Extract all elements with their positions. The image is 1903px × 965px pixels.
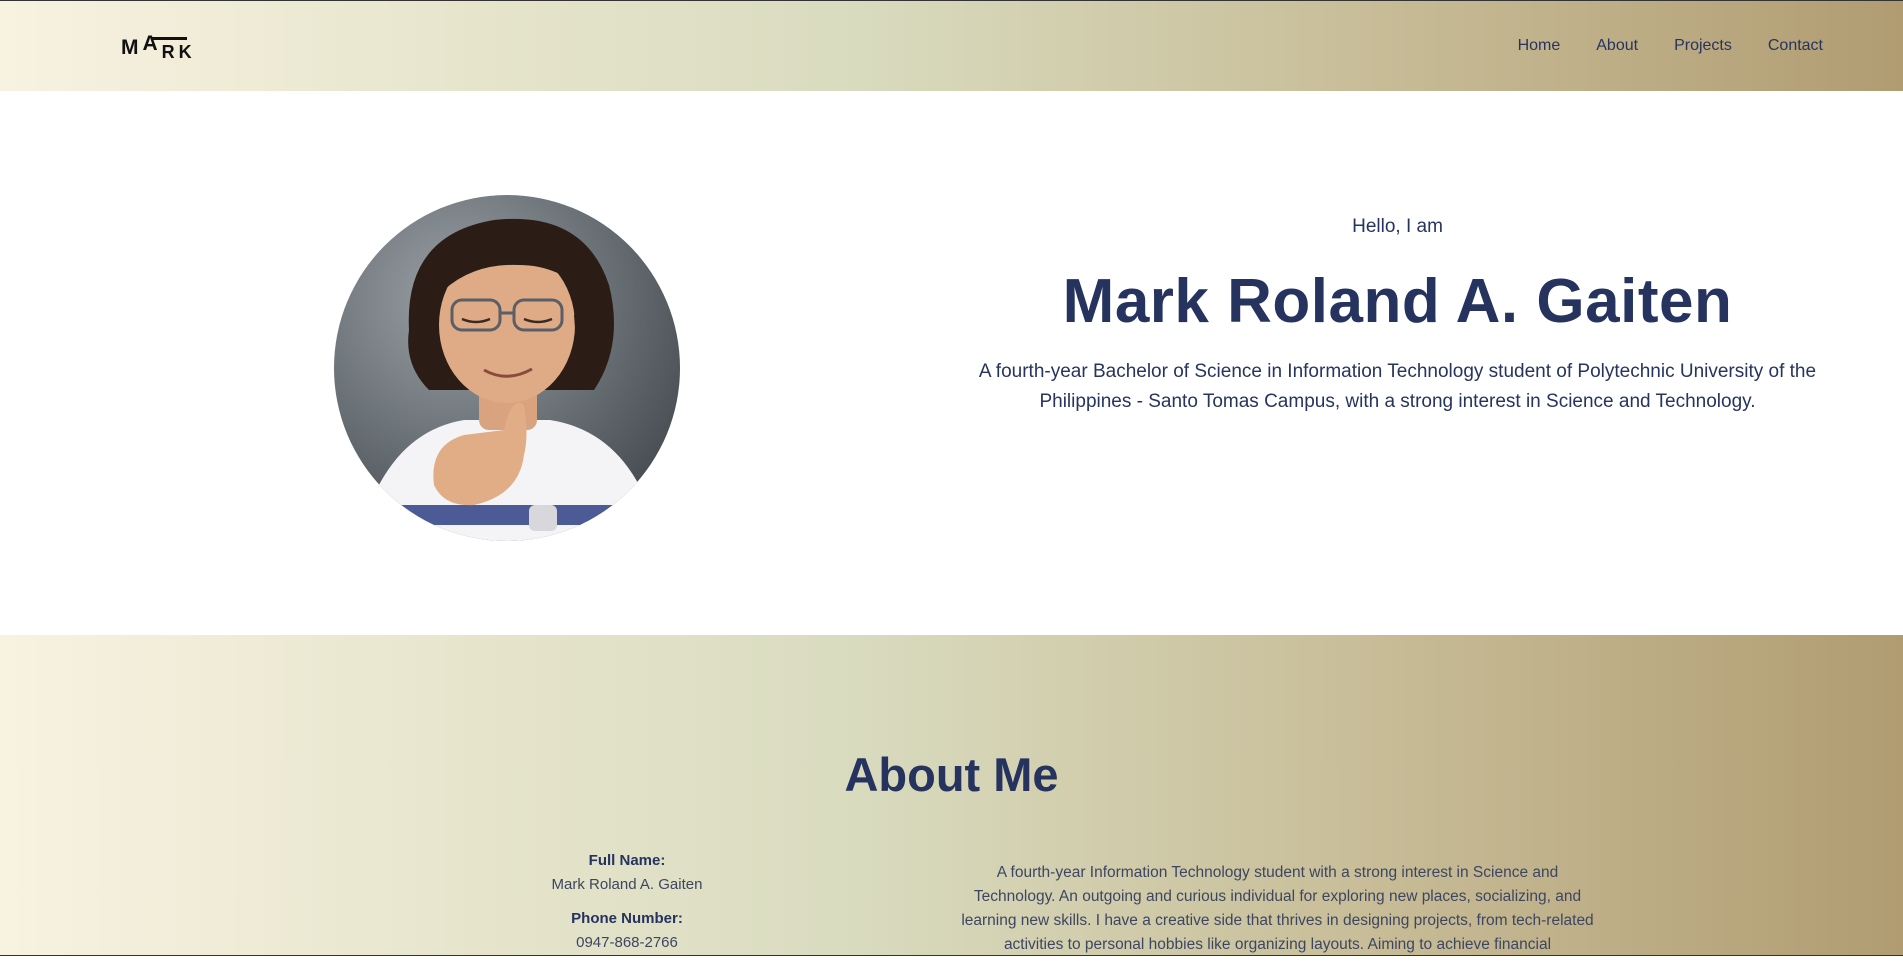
main-nav: Home About Projects Contact [1518,37,1823,55]
nav-link-projects[interactable]: Projects [1674,37,1732,55]
detail-label: Phone Number: [571,910,683,927]
logo-letter: R [161,42,176,62]
nav-link-contact[interactable]: Contact [1768,37,1823,55]
contact-details: Full Name: Mark Roland A. Gaiten Phone N… [500,849,754,965]
profile-photo [334,195,680,541]
about-title: About Me [844,748,1059,801]
logo-letter: K [178,42,193,62]
hero-intro: A fourth-year Bachelor of Science in Inf… [978,361,1817,412]
logo-letter: M [121,36,140,59]
greeting-text: Hello, I am [1352,216,1443,237]
detail-value: 0947-868-2766 [576,934,678,951]
hero-text: Hello, I am Mark Roland A. Gaiten A four… [960,216,1835,417]
nav-link-home[interactable]: Home [1518,37,1561,55]
detail-value: Mark Roland A. Gaiten [551,876,703,893]
nav-link-about[interactable]: About [1596,37,1638,55]
detail-label: Full Name: [588,852,666,869]
about-bio: A fourth-year Information Technology stu… [961,864,1594,953]
site-logo[interactable]: M A R K [121,33,192,62]
about-section: About Me Full Name: Mark Roland A. Gaite… [0,635,1903,955]
site-header: M A R K Home About Projects Contact [0,1,1903,91]
hero-name: Mark Roland A. Gaiten [1062,267,1733,336]
logo-bar [151,37,187,40]
hero-section: Hello, I am Mark Roland A. Gaiten A four… [0,91,1903,635]
